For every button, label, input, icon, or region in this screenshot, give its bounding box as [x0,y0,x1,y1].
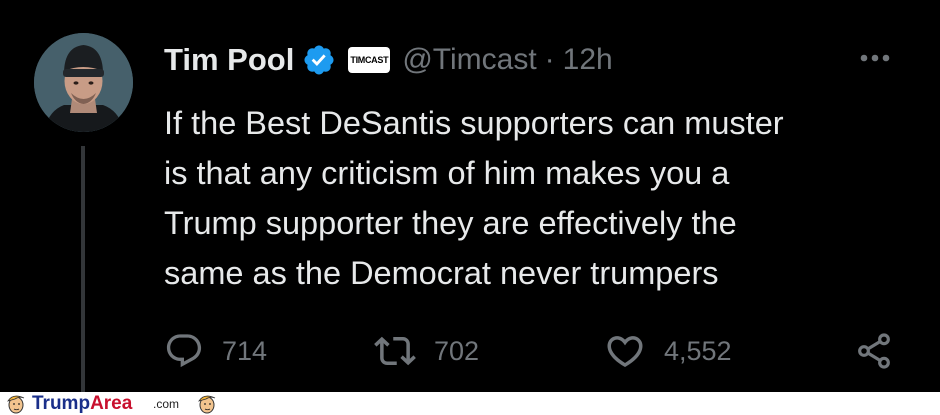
repost-button[interactable]: 702 [374,328,479,374]
more-options-icon[interactable] [855,46,895,70]
reply-button[interactable]: 714 [164,328,267,374]
thread-line [81,146,85,392]
repost-count: 702 [434,335,480,366]
watermark-brand-part2: Area [90,393,133,414]
author-avatar[interactable] [34,33,133,132]
share-icon [858,333,890,369]
reply-count: 714 [222,335,268,366]
watermark-brand: TrumpArea [32,392,132,415]
tweet-card[interactable]: Tim Pool TIMCAST @Timcast · 12h If the B… [0,0,940,392]
tweet-text: If the Best DeSantis supporters can must… [164,105,784,291]
watermark-bar: TrumpArea .com [0,392,940,415]
watermark-tld: .com [153,397,180,411]
repost-icon [374,336,416,366]
timestamp[interactable]: 12h [563,43,613,77]
share-button[interactable] [854,328,894,374]
author-handle[interactable]: @Timcast [402,43,536,77]
like-button[interactable]: 4,552 [604,328,732,374]
tweet-header: Tim Pool TIMCAST @Timcast · 12h [164,38,613,82]
verified-badge-icon[interactable] [302,43,336,77]
separator-dot: · [544,43,555,76]
affiliate-badge-label: TIMCAST [350,55,389,65]
action-bar: 714 702 4,552 [164,328,904,374]
trump-caricature-icon [198,395,216,414]
author-name[interactable]: Tim Pool [164,42,294,78]
like-icon [607,336,643,368]
like-count: 4,552 [664,335,732,366]
watermark-brand-part1: Trump [32,393,91,414]
trump-caricature-icon [7,395,25,414]
reply-icon [166,334,202,368]
affiliate-badge[interactable]: TIMCAST [348,47,391,73]
